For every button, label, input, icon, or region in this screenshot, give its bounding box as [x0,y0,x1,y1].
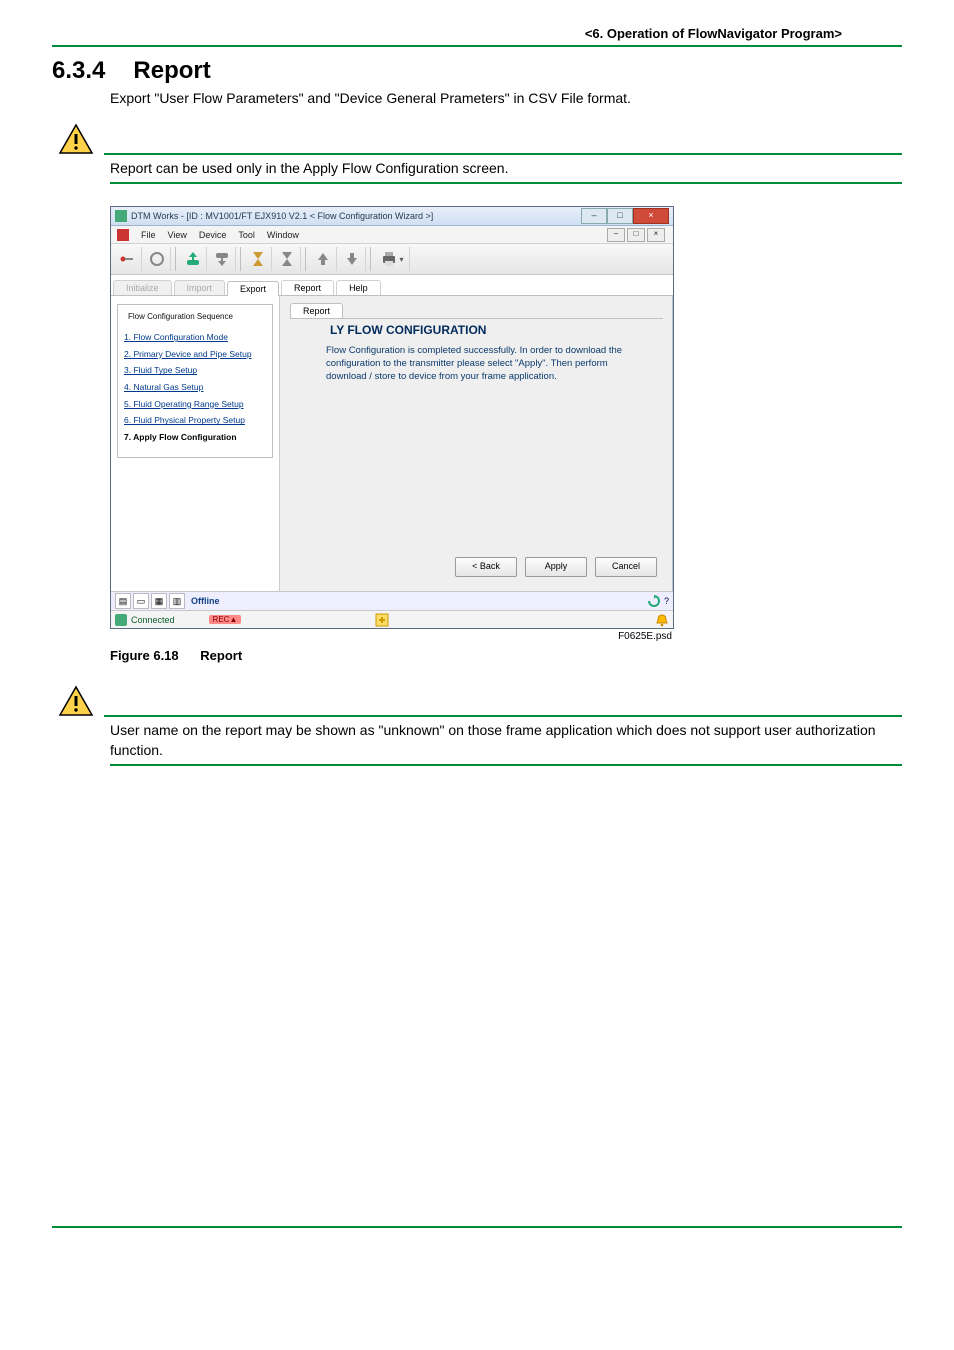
main-tab-bar: Initialize Import Export Report Help [111,275,673,296]
figure-psd-filename: F0625E.psd [110,631,672,642]
screenshot-window: DTM Works - [ID : MV1001/FT EJX910 V2.1 … [110,206,674,629]
tab-help[interactable]: Help [336,280,381,295]
wizard-group-title: Flow Configuration Sequence [126,312,235,321]
menu-tool[interactable]: Tool [238,230,255,240]
section-title: Report [133,57,210,85]
note2-rule-top [104,715,902,717]
tab-initialize[interactable]: Initialize [113,280,172,295]
rec-indicator-icon: REC▲ [209,615,242,624]
window-close-button[interactable]: × [633,208,669,224]
toolbar-arrow-down-icon[interactable] [339,247,366,271]
toolbar: ▾ [111,244,673,275]
section-number: 6.3.4 [52,57,105,85]
menubar: File View Device Tool Window – □ × [111,226,673,244]
status-mode: Offline [191,596,220,606]
bell-icon[interactable] [655,613,669,627]
figure-caption: Figure 6.18 Report [110,648,902,663]
caution-icon [58,685,94,717]
menu-file[interactable]: File [141,230,156,240]
note2-rule-bottom [110,764,902,766]
status-bar-lower: Connected REC▲ [111,610,673,628]
app-icon [115,210,127,222]
window-titlebar: DTM Works - [ID : MV1001/FT EJX910 V2.1 … [111,207,673,226]
toolbar-upload-icon[interactable] [180,247,207,271]
apply-button[interactable]: Apply [525,557,587,577]
toolbar-hourglass2-icon[interactable] [274,247,301,271]
wizard-step-4[interactable]: 4. Natural Gas Setup [124,382,266,393]
status-view3-icon[interactable]: ▦ [151,593,167,609]
menu-view[interactable]: View [168,230,187,240]
wizard-step-3[interactable]: 3. Fluid Type Setup [124,365,266,376]
tab-export[interactable]: Export [227,281,279,296]
toolbar-print-icon[interactable]: ▾ [375,247,410,271]
intro-paragraph: Export "User Flow Parameters" and "Devic… [110,89,902,109]
toolbar-connect-icon[interactable] [115,247,142,271]
section-heading: 6.3.4 Report [52,57,902,85]
header-rule [52,45,902,47]
wizard-page-title: LY FLOW CONFIGURATION [330,323,663,337]
toolbar-disconnect-icon[interactable] [144,247,171,271]
note2-text: User name on the report may be shown as … [110,721,890,760]
wizard-message: Flow Configuration is completed successf… [326,345,636,383]
footer-rule [52,1226,902,1228]
status-bar-upper: ▤ ▭ ▦ ▥ Offline ? [111,591,673,610]
menu-device[interactable]: Device [199,230,227,240]
window-minimize-button[interactable]: – [581,208,607,224]
caution-icon [58,123,94,155]
note-rule-top [104,153,902,155]
wizard-step-2[interactable]: 2. Primary Device and Pipe Setup [124,349,266,360]
status-help[interactable]: ? [664,596,669,606]
wizard-sidebar: Flow Configuration Sequence 1. Flow Conf… [111,296,280,591]
status-view1-icon[interactable]: ▤ [115,593,131,609]
status-center-icon [375,613,389,627]
cancel-button[interactable]: Cancel [595,557,657,577]
tab-report[interactable]: Report [281,280,334,295]
toolbar-arrow-up-icon[interactable] [310,247,337,271]
connected-label: Connected [131,615,175,625]
figure-title: Report [200,648,242,663]
brand-logo-icon [117,229,129,241]
wizard-step-5[interactable]: 5. Fluid Operating Range Setup [124,399,266,410]
wizard-step-7[interactable]: 7. Apply Flow Configuration [124,432,266,443]
toolbar-hourglass1-icon[interactable] [245,247,272,271]
status-view2-icon[interactable]: ▭ [133,593,149,609]
chapter-header: <6. Operation of FlowNavigator Program> [52,26,902,41]
figure-number: Figure 6.18 [110,648,179,663]
mdi-restore-button[interactable]: □ [627,228,645,242]
wizard-step-6[interactable]: 6. Fluid Physical Property Setup [124,415,266,426]
mdi-close-button[interactable]: × [647,228,665,242]
back-button[interactable]: < Back [455,557,517,577]
inner-tab-report[interactable]: Report [290,303,343,318]
connected-icon [115,614,127,626]
toolbar-download-icon[interactable] [209,247,236,271]
menu-window[interactable]: Window [267,230,299,240]
status-view4-icon[interactable]: ▥ [169,593,185,609]
wizard-step-1[interactable]: 1. Flow Configuration Mode [124,332,266,343]
window-maximize-button[interactable]: □ [607,208,633,224]
tab-import[interactable]: Import [174,280,226,295]
wizard-main-panel: Report LY FLOW CONFIGURATION Flow Config… [280,296,673,591]
note1-text: Report can be used only in the Apply Flo… [110,159,890,179]
window-title: DTM Works - [ID : MV1001/FT EJX910 V2.1 … [131,211,433,221]
refresh-icon[interactable] [648,595,660,607]
note-rule-bottom [110,182,902,184]
mdi-minimize-button[interactable]: – [607,228,625,242]
